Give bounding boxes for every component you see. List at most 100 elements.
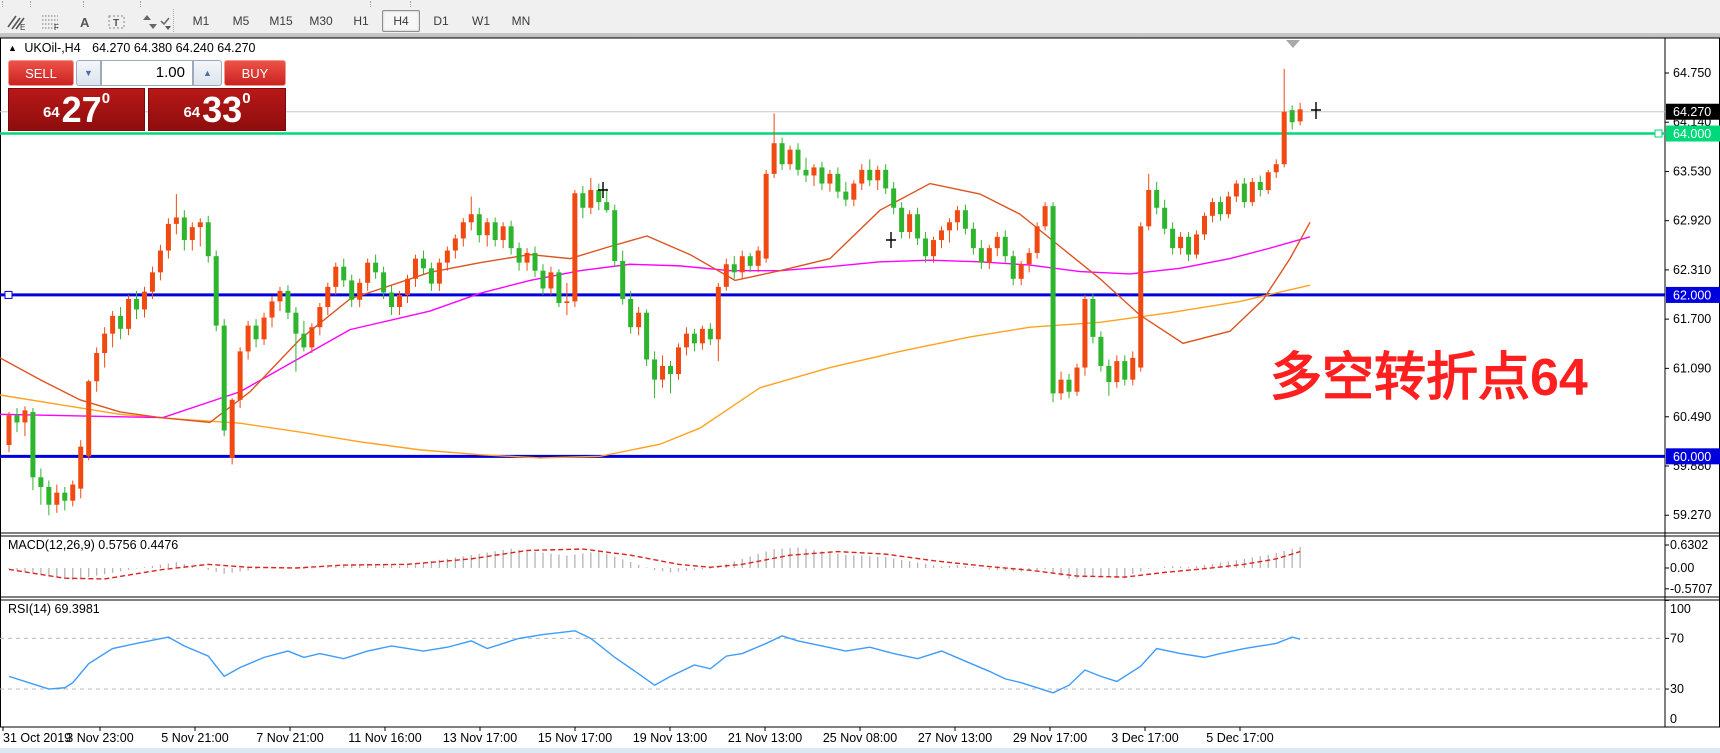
- candle: [1011, 256, 1016, 279]
- candle: [1146, 190, 1151, 226]
- candle: [955, 210, 960, 222]
- candle: [150, 272, 155, 291]
- volume-decrease-button[interactable]: ▼: [76, 60, 101, 86]
- candle: [238, 351, 243, 399]
- candle: [628, 299, 633, 327]
- sell-button[interactable]: SELL: [8, 60, 74, 86]
- symbol-timeframe-label: UKOil-,H4: [24, 41, 80, 55]
- candle: [867, 170, 872, 180]
- candle: [556, 272, 561, 303]
- candle: [875, 170, 880, 180]
- buy-button[interactable]: BUY: [224, 60, 286, 86]
- price-tag-label: 64.270: [1673, 105, 1711, 119]
- candle: [652, 359, 657, 379]
- macd-axis-label: 0.6302: [1670, 538, 1708, 552]
- candle: [1043, 206, 1048, 226]
- volume-increase-button[interactable]: ▲: [193, 60, 222, 86]
- candle: [1106, 366, 1111, 382]
- sell-price-pip: 0: [102, 91, 110, 106]
- candle: [230, 400, 235, 458]
- candle: [564, 301, 569, 303]
- price-tag-label: 60.000: [1673, 450, 1711, 464]
- candle: [1218, 202, 1223, 214]
- candle: [533, 253, 538, 271]
- candle: [1130, 358, 1135, 380]
- candle: [46, 487, 51, 505]
- time-axis-label: 5 Nov 21:00: [161, 731, 228, 745]
- candle: [716, 287, 721, 339]
- candle: [1266, 172, 1271, 190]
- time-axis-label: 11 Nov 16:00: [348, 731, 421, 745]
- candle: [38, 477, 43, 487]
- annotation-text[interactable]: 多空转折点64: [1270, 349, 1588, 407]
- candle: [548, 272, 553, 288]
- candle: [620, 261, 625, 299]
- candle: [859, 170, 864, 184]
- candle: [947, 222, 952, 230]
- collapse-triangle-icon[interactable]: ▲: [8, 43, 17, 53]
- candle: [692, 334, 697, 344]
- candle: [262, 318, 267, 340]
- candle: [325, 287, 330, 307]
- candle: [14, 415, 19, 422]
- price-axis-label: 62.310: [1673, 263, 1711, 277]
- candle: [7, 415, 12, 445]
- candle: [198, 222, 203, 227]
- candle: [373, 263, 378, 273]
- candle: [668, 366, 673, 374]
- candle: [811, 167, 816, 175]
- sell-price-prefix: 64: [43, 100, 60, 126]
- candle: [604, 202, 609, 210]
- candle: [517, 248, 522, 263]
- candle: [732, 264, 737, 272]
- candle: [1258, 182, 1263, 190]
- price-tag-label: 62.000: [1673, 288, 1711, 302]
- candle: [804, 170, 809, 176]
- candle: [676, 347, 681, 374]
- price-axis-label: 61.700: [1673, 312, 1711, 326]
- candle: [1090, 299, 1095, 337]
- candle: [126, 299, 131, 329]
- candle: [780, 143, 785, 164]
- candle: [923, 238, 928, 256]
- sell-price-panel[interactable]: 64 27 0: [8, 88, 145, 131]
- candle: [1067, 380, 1072, 392]
- volume-input[interactable]: 1.00: [101, 60, 193, 86]
- candle: [1234, 184, 1239, 197]
- buy-price-panel[interactable]: 64 33 0: [148, 88, 286, 131]
- candle: [596, 190, 601, 202]
- candle: [1202, 216, 1207, 235]
- time-axis-label: 13 Nov 17:00: [443, 731, 517, 745]
- candle: [1114, 361, 1119, 382]
- candle: [285, 291, 290, 313]
- candle: [612, 210, 617, 261]
- price-axis-label: 59.270: [1673, 508, 1711, 522]
- candle: [102, 334, 107, 353]
- candle: [915, 214, 920, 238]
- candle: [158, 251, 163, 273]
- time-axis-label: 25 Nov 08:00: [823, 731, 897, 745]
- price-axis-label: 63.530: [1673, 164, 1711, 178]
- candle: [293, 313, 298, 334]
- candle: [1035, 226, 1040, 253]
- candle: [493, 222, 498, 240]
- candle: [246, 326, 251, 352]
- candle: [1162, 208, 1167, 229]
- candle: [580, 193, 585, 208]
- candle: [1226, 196, 1231, 214]
- candle: [1274, 164, 1279, 172]
- candle: [78, 447, 83, 489]
- candle: [1178, 237, 1183, 248]
- candle: [22, 410, 27, 422]
- candle: [708, 329, 713, 339]
- candle: [851, 184, 856, 200]
- time-axis-label: 7 Nov 21:00: [256, 731, 323, 745]
- candle: [134, 299, 139, 309]
- candle: [764, 174, 769, 259]
- candle: [166, 224, 171, 251]
- chart-header: ▲ UKOil-,H4 64.270 64.380 64.240 64.270: [8, 41, 256, 55]
- candle: [1019, 264, 1024, 279]
- line-handle[interactable]: [1655, 130, 1662, 137]
- line-handle[interactable]: [5, 291, 12, 298]
- candle: [1250, 182, 1255, 202]
